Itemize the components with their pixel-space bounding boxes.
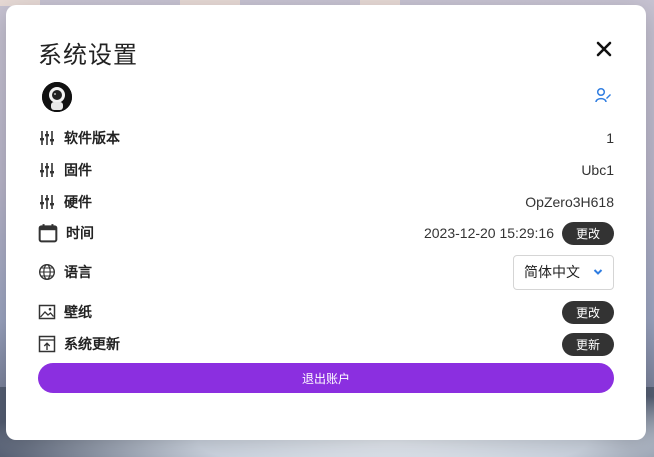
sliders-icon: [40, 131, 54, 145]
firmware-value: Ubc1: [581, 162, 614, 178]
close-icon[interactable]: [594, 39, 614, 59]
upload-icon: [38, 335, 56, 353]
wallpaper-label: 壁纸: [64, 304, 92, 320]
sliders-icon: [40, 195, 54, 209]
image-icon: [38, 304, 56, 320]
hardware-value: OpZero3H618: [525, 194, 614, 210]
row-firmware: 固件 Ubc1: [38, 157, 614, 183]
row-wallpaper: 壁纸 更改: [38, 299, 614, 325]
row-software-version: 软件版本 1: [38, 125, 614, 151]
calendar-icon: [38, 224, 58, 243]
system-update-label: 系统更新: [64, 336, 120, 352]
time-value: 2023-12-20 15:29:16: [423, 225, 554, 241]
language-selected-value: 简体中文: [524, 264, 580, 280]
row-language: 语言 简体中文: [38, 254, 614, 290]
time-label: 时间: [66, 225, 94, 241]
row-system-update: 系统更新 更新: [38, 331, 614, 357]
system-update-button[interactable]: 更新: [561, 332, 614, 356]
change-time-button[interactable]: 更改: [561, 221, 614, 245]
firmware-label: 固件: [64, 162, 92, 178]
hardware-label: 硬件: [64, 194, 92, 210]
software-version-value: 1: [606, 130, 614, 146]
avatar: [42, 82, 72, 112]
language-label: 语言: [64, 264, 92, 280]
settings-dialog: 系统设置 软件版本 1 固件 Ubc1 硬件 OpZero3H618 时间 20…: [6, 5, 646, 440]
language-select[interactable]: 简体中文: [513, 254, 614, 290]
globe-icon: [38, 263, 56, 281]
row-hardware: 硬件 OpZero3H618: [38, 189, 614, 215]
user-switch-icon[interactable]: [594, 86, 612, 104]
sliders-icon: [40, 163, 54, 177]
dialog-title: 系统设置: [38, 42, 138, 69]
row-time: 时间 2023-12-20 15:29:16 更改: [38, 220, 614, 246]
software-version-label: 软件版本: [64, 130, 120, 146]
chevron-down-icon: [593, 269, 603, 275]
change-wallpaper-button[interactable]: 更改: [561, 300, 614, 324]
logout-button[interactable]: 退出账户: [38, 363, 614, 393]
astronaut-icon: [42, 82, 72, 112]
